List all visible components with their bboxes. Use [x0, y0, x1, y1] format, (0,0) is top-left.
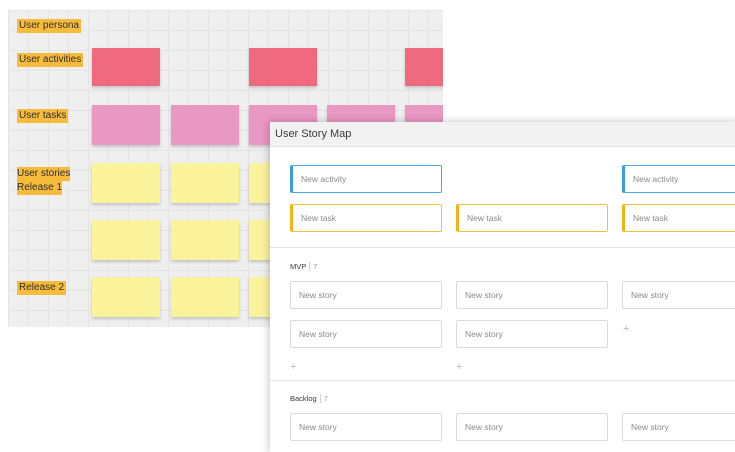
- section-label-mvp: MVP 7: [290, 262, 318, 271]
- new-activity-card[interactable]: New activity: [290, 165, 442, 193]
- new-story-card[interactable]: New story: [290, 413, 442, 441]
- story-sticky-note[interactable]: [171, 277, 239, 317]
- new-story-card[interactable]: New story: [290, 281, 442, 309]
- row-label-user-persona: User persona: [17, 19, 82, 33]
- new-story-card[interactable]: New story: [456, 281, 608, 309]
- task-sticky-note[interactable]: [171, 105, 239, 145]
- new-story-card[interactable]: New story: [456, 413, 608, 441]
- section-count: 7: [319, 394, 328, 403]
- user-story-map-panel: User Story Map New activity New activity…: [270, 122, 735, 452]
- story-sticky-note[interactable]: [92, 277, 160, 317]
- row-label-user-activities: User activities: [17, 53, 84, 67]
- activity-sticky-note[interactable]: [249, 48, 317, 86]
- section-name: MVP: [290, 262, 307, 271]
- new-story-card[interactable]: New story: [290, 320, 442, 348]
- section-count: 7: [309, 262, 318, 271]
- row-label-release-1: Release 1: [17, 181, 63, 195]
- section-label-backlog: Backlog 7: [290, 394, 328, 403]
- row-label-release-2: Release 2: [17, 281, 67, 295]
- section-divider: [270, 380, 735, 381]
- task-sticky-note[interactable]: [92, 105, 160, 145]
- add-story-icon[interactable]: +: [290, 362, 296, 373]
- section-name: Backlog: [290, 394, 317, 403]
- story-sticky-note[interactable]: [92, 163, 160, 203]
- new-task-card[interactable]: New task: [290, 204, 442, 232]
- new-story-card[interactable]: New story: [622, 413, 735, 441]
- new-story-card[interactable]: New story: [456, 320, 608, 348]
- row-label-user-stories: User stories Release 1: [17, 167, 71, 195]
- new-task-card[interactable]: New task: [622, 204, 735, 232]
- new-task-card[interactable]: New task: [456, 204, 608, 232]
- new-story-card[interactable]: New story: [622, 281, 735, 309]
- add-story-icon[interactable]: +: [456, 362, 462, 373]
- row-label-user-tasks: User tasks: [17, 109, 69, 123]
- story-sticky-note[interactable]: [171, 163, 239, 203]
- section-divider: [270, 247, 735, 248]
- row-label-user-stories-line1: User stories: [17, 167, 71, 181]
- add-story-icon[interactable]: +: [623, 324, 629, 335]
- new-activity-card[interactable]: New activity: [622, 165, 735, 193]
- story-sticky-note[interactable]: [171, 220, 239, 260]
- activity-sticky-note[interactable]: [405, 48, 443, 86]
- activity-sticky-note[interactable]: [92, 48, 160, 86]
- story-sticky-note[interactable]: [92, 220, 160, 260]
- panel-title: User Story Map: [270, 122, 735, 147]
